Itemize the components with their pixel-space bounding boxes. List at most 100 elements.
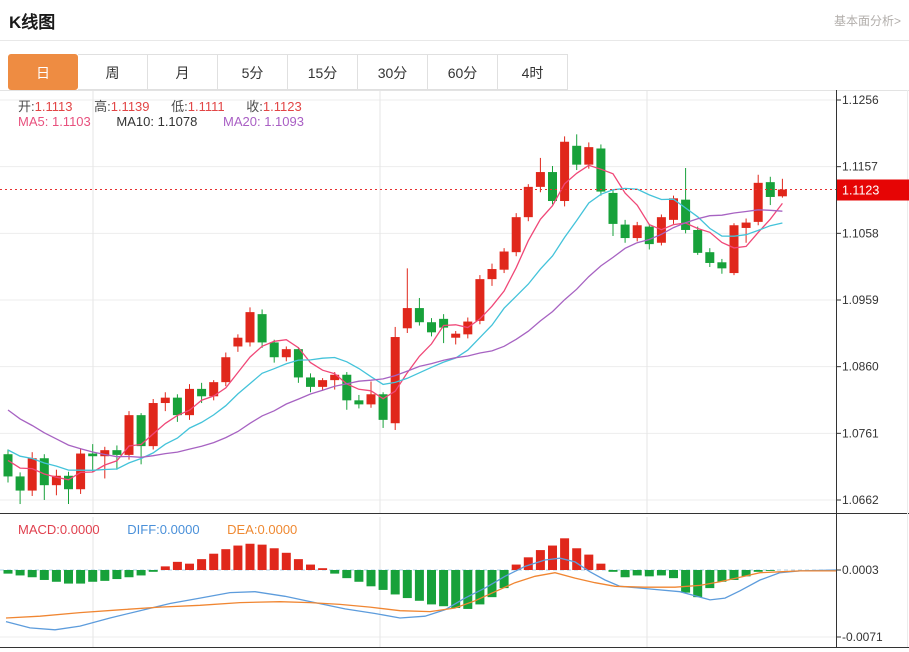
tab-5分[interactable]: 5分 xyxy=(218,54,288,90)
macd-bar xyxy=(572,548,582,570)
macd-bar xyxy=(185,563,194,570)
macd-bar xyxy=(596,563,606,570)
tab-30分[interactable]: 30分 xyxy=(358,54,428,90)
open-label: 开: xyxy=(18,99,35,114)
low-readout: 低:1.1111 xyxy=(171,99,225,114)
macd-bar xyxy=(269,548,279,570)
ma20-label: MA20: xyxy=(222,114,261,129)
dea-label: DEA: xyxy=(227,522,258,537)
candle-body xyxy=(281,349,291,358)
candle-body xyxy=(427,322,436,333)
fundamental-analysis-link[interactable]: 基本面分析> xyxy=(834,12,901,29)
candle-body xyxy=(257,314,267,343)
macd-bar xyxy=(681,570,691,593)
candle-body xyxy=(221,357,231,383)
macd-bar xyxy=(414,570,424,601)
macd-bar xyxy=(330,570,340,574)
candle-body xyxy=(366,394,376,405)
low-label: 低: xyxy=(171,99,188,114)
dea-value-readout: DEA:0.0000 xyxy=(227,522,297,537)
y-axis-label: 1.0959 xyxy=(842,293,879,307)
macd-bar xyxy=(644,570,654,577)
ma5-readout: MA5: 1.1103 xyxy=(18,114,91,129)
low-value: 1.1111 xyxy=(187,99,225,114)
macd-bar xyxy=(15,570,25,576)
timeframe-tabs: 日周月 5分 15分 30分 60分 4时 xyxy=(8,54,568,90)
high-readout: 高:1.1139 xyxy=(94,99,149,114)
macd-bar xyxy=(51,570,61,582)
tab-60分[interactable]: 60分 xyxy=(428,54,498,90)
macd-bar xyxy=(160,566,170,570)
chart-stage: 1.1256 1.1157 1.1058 1.0959 1.0860 1.0761 1.06… xyxy=(0,90,909,648)
chart-svg: 1.1256 1.1157 1.1058 1.0959 1.0860 1.0761 1.06… xyxy=(0,90,909,648)
ma10-label: MA10: xyxy=(116,114,154,129)
y-axis-label: 1.1256 xyxy=(842,93,879,107)
macd-bar xyxy=(100,570,110,581)
candle-body xyxy=(148,403,158,447)
y-axis-label: 1.1058 xyxy=(842,226,879,240)
candle-body xyxy=(777,189,787,197)
ma20-value: 1.1093 xyxy=(264,114,304,129)
candle-body xyxy=(753,182,763,222)
macd-bar xyxy=(76,570,86,584)
y-axis-label: 1.0662 xyxy=(842,493,879,507)
candle-body xyxy=(318,380,328,387)
macd-bar xyxy=(27,570,37,578)
macd-bar xyxy=(221,549,231,570)
candle-body xyxy=(523,186,533,218)
macd-bar xyxy=(439,570,449,607)
macd-bar xyxy=(620,570,630,578)
macd-bar xyxy=(705,570,715,589)
macd-bar xyxy=(584,554,594,570)
candle-body xyxy=(535,172,545,187)
macd-bar xyxy=(245,543,255,570)
tab-日[interactable]: 日 xyxy=(8,54,78,90)
macd-bar xyxy=(293,559,303,570)
macd-bar xyxy=(753,570,763,572)
ma5-value: 1.1103 xyxy=(51,114,91,129)
macd-bar xyxy=(402,570,412,599)
macd-bar xyxy=(257,544,267,570)
candle-body xyxy=(584,147,594,165)
kline-page: { "header": { "title": "K线图", "link": "基… xyxy=(0,0,909,652)
candle-body xyxy=(88,453,98,457)
macd-readout: MACD:0.0000 DIFF:0.0000 DEA:0.0000 xyxy=(18,522,321,537)
macd-bar xyxy=(281,552,291,570)
macd-bar xyxy=(318,568,328,570)
candle-body xyxy=(342,374,352,401)
candle-body xyxy=(499,251,509,270)
candle-body xyxy=(487,269,497,280)
open-readout: 开:1.1113 xyxy=(18,99,72,114)
y-axis-label: -0.0071 xyxy=(842,630,883,644)
candle-body xyxy=(245,312,255,343)
page-title: K线图 xyxy=(9,13,56,32)
ohlc-readout: 开:1.1113 高:1.1139 低:1.1111 收:1.1123 xyxy=(18,96,320,115)
macd-bar xyxy=(608,570,618,572)
tab-月[interactable]: 月 xyxy=(148,54,218,90)
macd-bar xyxy=(765,570,775,571)
candle-body xyxy=(390,337,400,424)
candle-body xyxy=(644,226,654,245)
candle-body xyxy=(402,308,412,329)
tab-4时[interactable]: 4时 xyxy=(498,54,568,90)
candle-body xyxy=(269,342,279,358)
macd-bar xyxy=(112,570,122,580)
candle-body xyxy=(15,476,25,491)
tab-15分[interactable]: 15分 xyxy=(288,54,358,90)
y-axis-label: 1.0761 xyxy=(842,426,879,440)
candle-body xyxy=(197,388,207,397)
ma20-readout: MA20: 1.1093 xyxy=(223,114,304,129)
macd-bar xyxy=(390,570,400,595)
tab-周[interactable]: 周 xyxy=(78,54,148,90)
ma5-label: MA5: xyxy=(18,114,49,129)
high-value: 1.1139 xyxy=(110,99,150,114)
ma5-line xyxy=(7,164,783,481)
dea-value: 0.0000 xyxy=(257,522,298,537)
candle-body xyxy=(729,225,739,274)
macd-bar xyxy=(560,538,570,570)
macd-bar xyxy=(197,559,207,570)
macd-bar xyxy=(88,570,98,582)
diff-value-readout: DIFF:0.0000 xyxy=(127,522,199,537)
candle-body xyxy=(414,308,424,323)
y-axis-label: 0.0003 xyxy=(842,563,879,577)
